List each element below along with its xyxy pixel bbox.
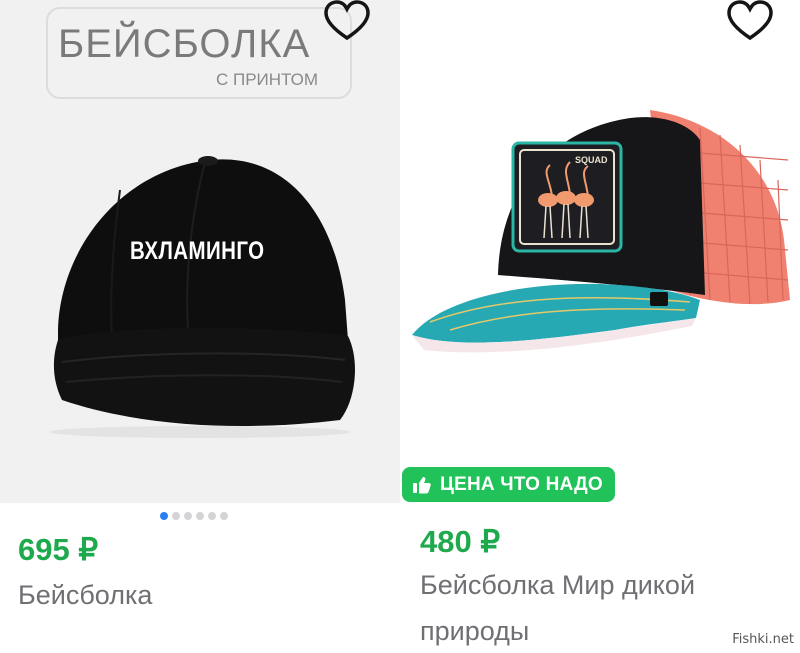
- favorite-heart-icon[interactable]: [725, 0, 775, 44]
- product-title-line-1[interactable]: Бейсболка Мир дикой: [420, 566, 695, 604]
- patch-text: SQUAD: [575, 155, 608, 165]
- trucker-cap-illustration: SQUAD: [412, 110, 790, 353]
- product-card-baseball-cap[interactable]: БЕЙСБОЛКА С ПРИНТОМ ВХЛАМИНГО 695 ₽ Бейс…: [0, 0, 400, 653]
- price-badge: ЦЕНА ЧТО НАДО: [402, 467, 615, 502]
- product-price: 480 ₽: [420, 524, 501, 559]
- gallery-dot[interactable]: [208, 512, 216, 520]
- watermark: Fishki.net: [732, 632, 794, 647]
- price-badge-label: ЦЕНА ЧТО НАДО: [440, 473, 603, 495]
- gallery-dot[interactable]: [220, 512, 228, 520]
- gallery-dot[interactable]: [184, 512, 192, 520]
- product-title-line-2[interactable]: природы: [420, 612, 529, 650]
- product-price: 695 ₽: [18, 532, 99, 567]
- favorite-heart-icon[interactable]: [322, 0, 372, 44]
- product-card-wildlife-cap[interactable]: SQUAD ЦЕНА ЧТО НАДО 480 ₽ Бейсболка Мир …: [400, 0, 800, 653]
- thumbs-up-icon: [413, 476, 431, 493]
- gallery-dot[interactable]: [160, 512, 168, 520]
- gallery-dots[interactable]: [160, 512, 228, 520]
- gallery-dot[interactable]: [196, 512, 204, 520]
- product-title[interactable]: Бейсболка: [18, 576, 152, 614]
- cap-print-text: ВХЛАМИНГО: [130, 237, 265, 265]
- product-image[interactable]: БЕЙСБОЛКА С ПРИНТОМ ВХЛАМИНГО: [0, 0, 400, 503]
- gallery-dot[interactable]: [172, 512, 180, 520]
- product-image[interactable]: SQUAD: [400, 0, 800, 460]
